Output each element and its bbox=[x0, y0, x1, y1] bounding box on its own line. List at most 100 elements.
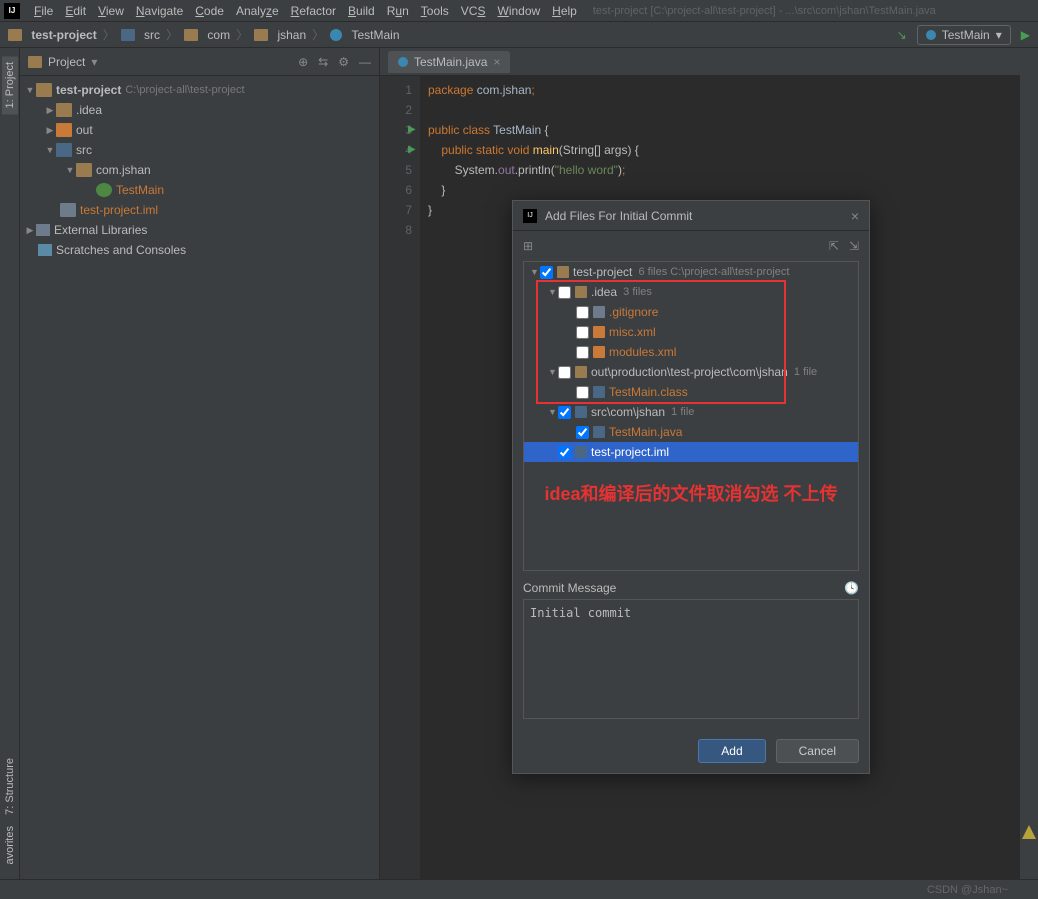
commit-message-label: Commit Message bbox=[523, 581, 616, 595]
menu-code[interactable]: Code bbox=[189, 4, 230, 18]
tree-ext-lib[interactable]: ▶External Libraries bbox=[20, 220, 379, 240]
menu-navigate[interactable]: Navigate bbox=[130, 4, 189, 18]
hide-icon[interactable]: — bbox=[359, 55, 371, 69]
cancel-button[interactable]: Cancel bbox=[776, 739, 859, 763]
dialog-tree-row[interactable]: ▼test-project 6 files C:\project-all\tes… bbox=[524, 262, 858, 282]
tab-favorites-vert[interactable]: avorites bbox=[2, 820, 18, 871]
warning-icon[interactable] bbox=[1022, 825, 1036, 839]
locate-icon[interactable]: ⊕ bbox=[298, 55, 308, 69]
run-config-label: TestMain bbox=[942, 28, 990, 42]
crumb-src[interactable]: src bbox=[121, 28, 160, 42]
menu-file[interactable]: File bbox=[28, 4, 59, 18]
gear-icon[interactable]: ⚙ bbox=[338, 55, 349, 69]
project-panel: Project ▾ ⊕ ⇆ ⚙ — ▼ test-project C:\proj… bbox=[20, 48, 380, 879]
tree-testmain[interactable]: TestMain bbox=[20, 180, 379, 200]
collapse-icon[interactable]: ⇆ bbox=[318, 55, 328, 69]
window-title-path: test-project [C:\project-all\test-projec… bbox=[593, 5, 936, 17]
file-b-icon bbox=[575, 446, 587, 458]
tree-idea[interactable]: ▶.idea bbox=[20, 100, 379, 120]
tree-pkg[interactable]: ▼com.jshan bbox=[20, 160, 379, 180]
run-icon[interactable]: ▶ bbox=[1021, 28, 1030, 42]
add-button[interactable]: Add bbox=[698, 739, 765, 763]
navbar: test-project〉 src〉 com〉 jshan〉 TestMain … bbox=[0, 22, 1038, 48]
panel-title[interactable]: Project ▾ bbox=[28, 55, 97, 69]
editor-tabs: TestMain.java × bbox=[380, 48, 1038, 76]
dialog-tree-row[interactable]: ▼out\production\test-project\com\jshan 1… bbox=[524, 362, 858, 382]
tree-src[interactable]: ▼src bbox=[20, 140, 379, 160]
menu-analyze[interactable]: Analyze bbox=[230, 4, 285, 18]
folder-icon bbox=[575, 286, 587, 298]
menu-tools[interactable]: Tools bbox=[415, 4, 455, 18]
crumb-testmain[interactable]: TestMain bbox=[330, 28, 399, 42]
menu-window[interactable]: Window bbox=[491, 4, 546, 18]
file-checkbox[interactable] bbox=[576, 326, 589, 339]
collapse-all-icon[interactable]: ⇲ bbox=[849, 239, 859, 253]
tree-iml[interactable]: test-project.iml bbox=[20, 200, 379, 220]
chevron-down-icon: ▾ bbox=[996, 28, 1002, 42]
tab-project-vert[interactable]: 1: Project bbox=[2, 56, 18, 114]
dialog-tree-row[interactable]: test-project.iml bbox=[524, 442, 858, 462]
class-icon bbox=[926, 30, 936, 40]
tab-structure-vert[interactable]: 7: Structure bbox=[2, 752, 18, 821]
close-icon[interactable]: × bbox=[493, 55, 500, 69]
commit-message-input[interactable]: Initial commit bbox=[523, 599, 859, 719]
right-gutter bbox=[1020, 48, 1038, 879]
file-checkbox[interactable] bbox=[576, 426, 589, 439]
folder-icon bbox=[575, 366, 587, 378]
tree-out[interactable]: ▶out bbox=[20, 120, 379, 140]
crumb-project[interactable]: test-project bbox=[8, 28, 97, 42]
app-logo-icon: IJ bbox=[523, 209, 537, 223]
file-b-icon bbox=[593, 386, 605, 398]
project-tree: ▼ test-project C:\project-all\test-proje… bbox=[20, 76, 379, 264]
menu-help[interactable]: Help bbox=[546, 4, 583, 18]
commit-dialog: IJ Add Files For Initial Commit × ⊞ ⇱ ⇲ … bbox=[512, 200, 870, 774]
file-checkbox[interactable] bbox=[558, 446, 571, 459]
statusbar bbox=[0, 879, 1038, 899]
dialog-title-text: Add Files For Initial Commit bbox=[545, 209, 692, 223]
menubar: IJ File Edit View Navigate Code Analyze … bbox=[0, 0, 1038, 22]
group-by-icon[interactable]: ⊞ bbox=[523, 239, 533, 253]
dialog-tree-row[interactable]: .gitignore bbox=[524, 302, 858, 322]
line-gutter: 12345678 bbox=[380, 76, 420, 879]
folder-icon bbox=[28, 56, 42, 68]
dialog-tree-row[interactable]: ▼src\com\jshan 1 file bbox=[524, 402, 858, 422]
file-o-icon bbox=[593, 326, 605, 338]
file-checkbox[interactable] bbox=[558, 286, 571, 299]
file-checkbox[interactable] bbox=[558, 406, 571, 419]
breadcrumb: test-project〉 src〉 com〉 jshan〉 TestMain bbox=[8, 26, 400, 43]
crumb-com[interactable]: com bbox=[184, 28, 230, 42]
app-logo-icon: IJ bbox=[4, 3, 20, 19]
file-checkbox[interactable] bbox=[558, 366, 571, 379]
tree-root[interactable]: ▼ test-project C:\project-all\test-proje… bbox=[20, 80, 379, 100]
menu-refactor[interactable]: Refactor bbox=[285, 4, 342, 18]
history-icon[interactable]: 🕓 bbox=[844, 581, 859, 595]
menu-edit[interactable]: Edit bbox=[59, 4, 92, 18]
tree-scratches[interactable]: Scratches and Consoles bbox=[20, 240, 379, 260]
dialog-tree-row[interactable]: ▼.idea 3 files bbox=[524, 282, 858, 302]
dialog-tree-row[interactable]: misc.xml bbox=[524, 322, 858, 342]
file-checkbox[interactable] bbox=[576, 346, 589, 359]
file-checkbox[interactable] bbox=[540, 266, 553, 279]
menu-run[interactable]: Run bbox=[381, 4, 415, 18]
file-icon bbox=[593, 306, 605, 318]
folder-b-icon bbox=[575, 406, 587, 418]
menu-build[interactable]: Build bbox=[342, 4, 381, 18]
file-checkbox[interactable] bbox=[576, 386, 589, 399]
dialog-tree-row[interactable]: TestMain.java bbox=[524, 422, 858, 442]
expand-all-icon[interactable]: ⇱ bbox=[829, 239, 839, 253]
build-icon[interactable]: ↘ bbox=[897, 28, 907, 42]
file-o-icon bbox=[593, 346, 605, 358]
watermark: CSDN @Jshan~ bbox=[927, 884, 1008, 896]
editor-tab-testmain[interactable]: TestMain.java × bbox=[388, 51, 510, 73]
tab-label: TestMain.java bbox=[414, 55, 487, 69]
menu-vcs[interactable]: VCS bbox=[455, 4, 492, 18]
chevron-down-icon: ▾ bbox=[91, 55, 97, 69]
crumb-jshan[interactable]: jshan bbox=[254, 28, 306, 42]
file-checkbox[interactable] bbox=[576, 306, 589, 319]
dialog-tree-row[interactable]: modules.xml bbox=[524, 342, 858, 362]
close-icon[interactable]: × bbox=[851, 208, 859, 224]
class-icon bbox=[398, 57, 408, 67]
menu-view[interactable]: View bbox=[92, 4, 130, 18]
dialog-tree-row[interactable]: TestMain.class bbox=[524, 382, 858, 402]
run-config-select[interactable]: TestMain ▾ bbox=[917, 25, 1011, 45]
